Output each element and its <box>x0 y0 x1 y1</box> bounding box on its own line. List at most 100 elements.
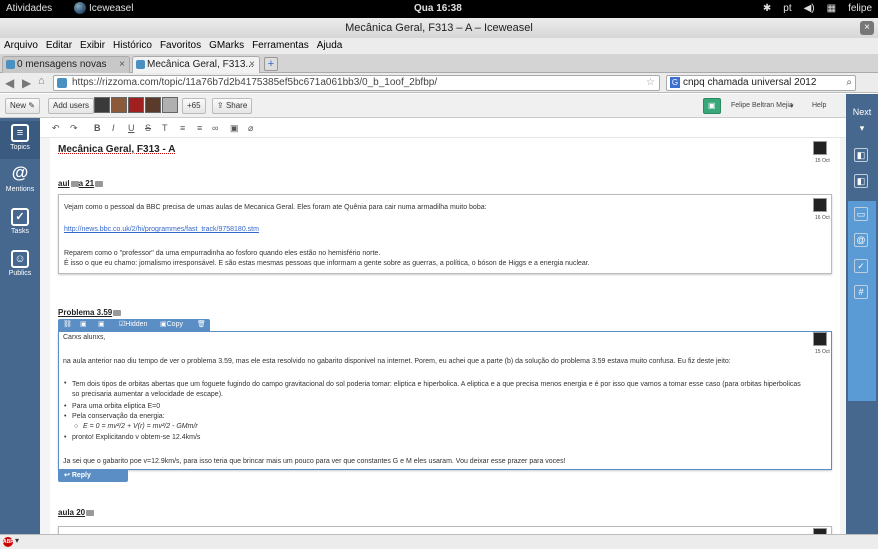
reply-button[interactable]: ↩ Reply <box>58 470 128 482</box>
link-icon[interactable]: ⛓ <box>63 320 72 328</box>
redo-icon[interactable]: ↷ <box>70 123 78 134</box>
menu-ajuda[interactable]: Ajuda <box>317 38 343 54</box>
comment-icon[interactable] <box>86 509 95 516</box>
blip-card[interactable]: 15 Oct Carxs alunxs, na aula anterior na… <box>58 331 832 470</box>
blip-text: Ja sei que o gabarito poe v=12.9km/s, pa… <box>63 458 566 465</box>
search-box[interactable]: G cnpq chamada universal 2012 ⌕ <box>666 75 856 91</box>
volume-icon[interactable]: ◀) <box>804 3 815 14</box>
app-name: Iceweasel <box>89 2 134 14</box>
reply-icon[interactable]: ◧ <box>854 148 868 162</box>
sidebar-item-topics[interactable]: ≡ Topics <box>0 121 40 159</box>
task-icon[interactable]: ✓ <box>854 259 868 273</box>
activities-button[interactable]: Atividades <box>6 3 52 14</box>
avatar[interactable] <box>111 97 127 113</box>
tab-mecanica-geral[interactable]: Mecânica Geral, F313... × <box>132 56 260 73</box>
comment-icon[interactable] <box>113 309 122 316</box>
clock[interactable]: Qua 16:38 <box>414 3 462 14</box>
bullets-button[interactable]: ≡ <box>180 123 185 133</box>
network-icon[interactable]: ▦ <box>827 3 836 14</box>
search-input[interactable]: cnpq chamada universal 2012 <box>683 77 816 88</box>
tab-bar: 0 mensagens novas × Mecânica Geral, F313… <box>0 54 878 73</box>
copy-icon[interactable]: ▣ <box>98 320 105 328</box>
right-tool-panel: ▭ @ ✓ # <box>848 201 876 401</box>
section-heading[interactable]: Problema 3.59 <box>58 308 122 317</box>
post-date: 16 Oct <box>815 215 830 221</box>
user-menu[interactable]: felipe <box>848 3 872 14</box>
next-chevron-icon[interactable]: ▾ <box>850 118 874 138</box>
share-button[interactable]: ⇪ Share <box>212 98 253 114</box>
list-item: pronto! Explicitando v obtem-se 12.4km/s <box>72 434 201 441</box>
bluetooth-icon[interactable]: ✱ <box>763 3 771 14</box>
user-menu-chevron-icon[interactable]: ▾ <box>790 102 794 110</box>
section-heading[interactable]: aula 20 <box>58 508 95 517</box>
format-button[interactable]: T <box>162 123 168 133</box>
strike-button[interactable]: S <box>145 123 151 133</box>
link-button[interactable]: ∞ <box>212 123 218 133</box>
menu-gmarks[interactable]: GMarks <box>209 38 244 54</box>
forward-arrow-icon[interactable]: ▶ <box>22 76 31 90</box>
adblock-chevron-icon[interactable]: ▾ <box>15 536 19 545</box>
delete-icon[interactable]: 🗑 <box>197 320 206 328</box>
new-topic-button[interactable]: New ✎ <box>5 98 40 114</box>
navigation-bar: ◀ ▶ ⌂ https://rizzoma.com/topic/11a76b7d… <box>0 73 878 93</box>
attach-button[interactable]: ⌀ <box>248 123 253 134</box>
app-menu[interactable]: Iceweasel <box>74 2 133 14</box>
menu-editar[interactable]: Editar <box>46 38 72 54</box>
at-icon[interactable]: @ <box>854 233 868 247</box>
page-title[interactable]: Mecânica Geral, F313 - A <box>58 144 175 155</box>
keyboard-layout[interactable]: pt <box>783 3 791 14</box>
sidebar-item-publics[interactable]: ☺ Publics <box>0 247 40 285</box>
bookmark-icon[interactable]: ⌂ <box>38 75 45 87</box>
author-avatar[interactable] <box>813 332 827 346</box>
menu-historico[interactable]: Histórico <box>113 38 152 54</box>
undo-icon[interactable]: ↶ <box>52 123 60 134</box>
user-menu[interactable]: Felipe Beltran Mejia <box>731 102 793 109</box>
chat-icon[interactable]: ▣ <box>703 98 721 114</box>
hidden-toggle[interactable]: ☑ Hidden <box>119 320 147 328</box>
back-arrow-icon[interactable]: ◀ <box>5 76 14 90</box>
new-tab-button[interactable]: + <box>264 57 278 71</box>
menu-favoritos[interactable]: Favoritos <box>160 38 201 54</box>
sidebar-item-tasks[interactable]: ✓ Tasks <box>0 205 40 243</box>
bold-button[interactable]: B <box>94 123 101 133</box>
tab-close-icon[interactable]: × <box>249 57 255 72</box>
underline-button[interactable]: U <box>128 123 135 133</box>
section-heading[interactable]: aul a 21 <box>58 179 104 188</box>
italic-button[interactable]: I <box>112 123 115 133</box>
tab-mensagens[interactable]: 0 mensagens novas × <box>2 56 130 73</box>
menu-exibir[interactable]: Exibir <box>80 38 105 54</box>
author-avatar[interactable] <box>813 141 827 155</box>
numbering-button[interactable]: ≡ <box>197 123 202 133</box>
author-avatar[interactable] <box>813 198 827 212</box>
add-users-button[interactable]: Add users <box>48 98 95 114</box>
search-icon[interactable]: ⌕ <box>846 76 852 90</box>
bookmark-star-icon[interactable]: ☆ <box>646 76 655 90</box>
avatar[interactable] <box>94 97 110 113</box>
image-button[interactable]: ▣ <box>230 123 239 134</box>
blip-card[interactable]: 16 Oct Vejam como o pessoal da BBC preci… <box>58 194 832 274</box>
hashtag-icon[interactable]: # <box>854 285 868 299</box>
avatar[interactable] <box>162 97 178 113</box>
menu-arquivo[interactable]: Arquivo <box>4 38 38 54</box>
avatar[interactable] <box>128 97 144 113</box>
comment-icon[interactable] <box>70 180 79 187</box>
copy-icon[interactable]: ▣ <box>80 320 87 328</box>
avatar[interactable] <box>145 97 161 113</box>
comment-icon[interactable]: ▭ <box>854 207 868 221</box>
blip-card[interactable] <box>58 526 832 534</box>
google-icon[interactable]: G <box>670 77 680 88</box>
copy-button[interactable]: ▣ Copy <box>160 320 183 328</box>
adblock-icon[interactable]: ABP <box>3 537 14 547</box>
menu-ferramentas[interactable]: Ferramentas <box>252 38 309 54</box>
at-icon: @ <box>11 163 29 182</box>
comment-icon[interactable] <box>95 180 104 187</box>
more-participants-button[interactable]: +65 <box>182 98 206 114</box>
bbc-link[interactable]: http://news.bbc.co.uk/2/hi/programmes/fa… <box>64 226 259 233</box>
help-menu[interactable]: Help <box>812 102 826 109</box>
system-top-bar: Atividades Iceweasel Qua 16:38 ✱ pt ◀) ▦… <box>0 0 878 18</box>
sidebar-item-mentions[interactable]: @ Mentions <box>0 163 40 201</box>
tab-close-icon[interactable]: × <box>119 57 125 72</box>
reply-icon[interactable]: ◧ <box>854 174 868 188</box>
window-close-button[interactable]: × <box>860 21 874 35</box>
url-bar[interactable]: https://rizzoma.com/topic/11a76b7d2b4175… <box>53 75 660 91</box>
